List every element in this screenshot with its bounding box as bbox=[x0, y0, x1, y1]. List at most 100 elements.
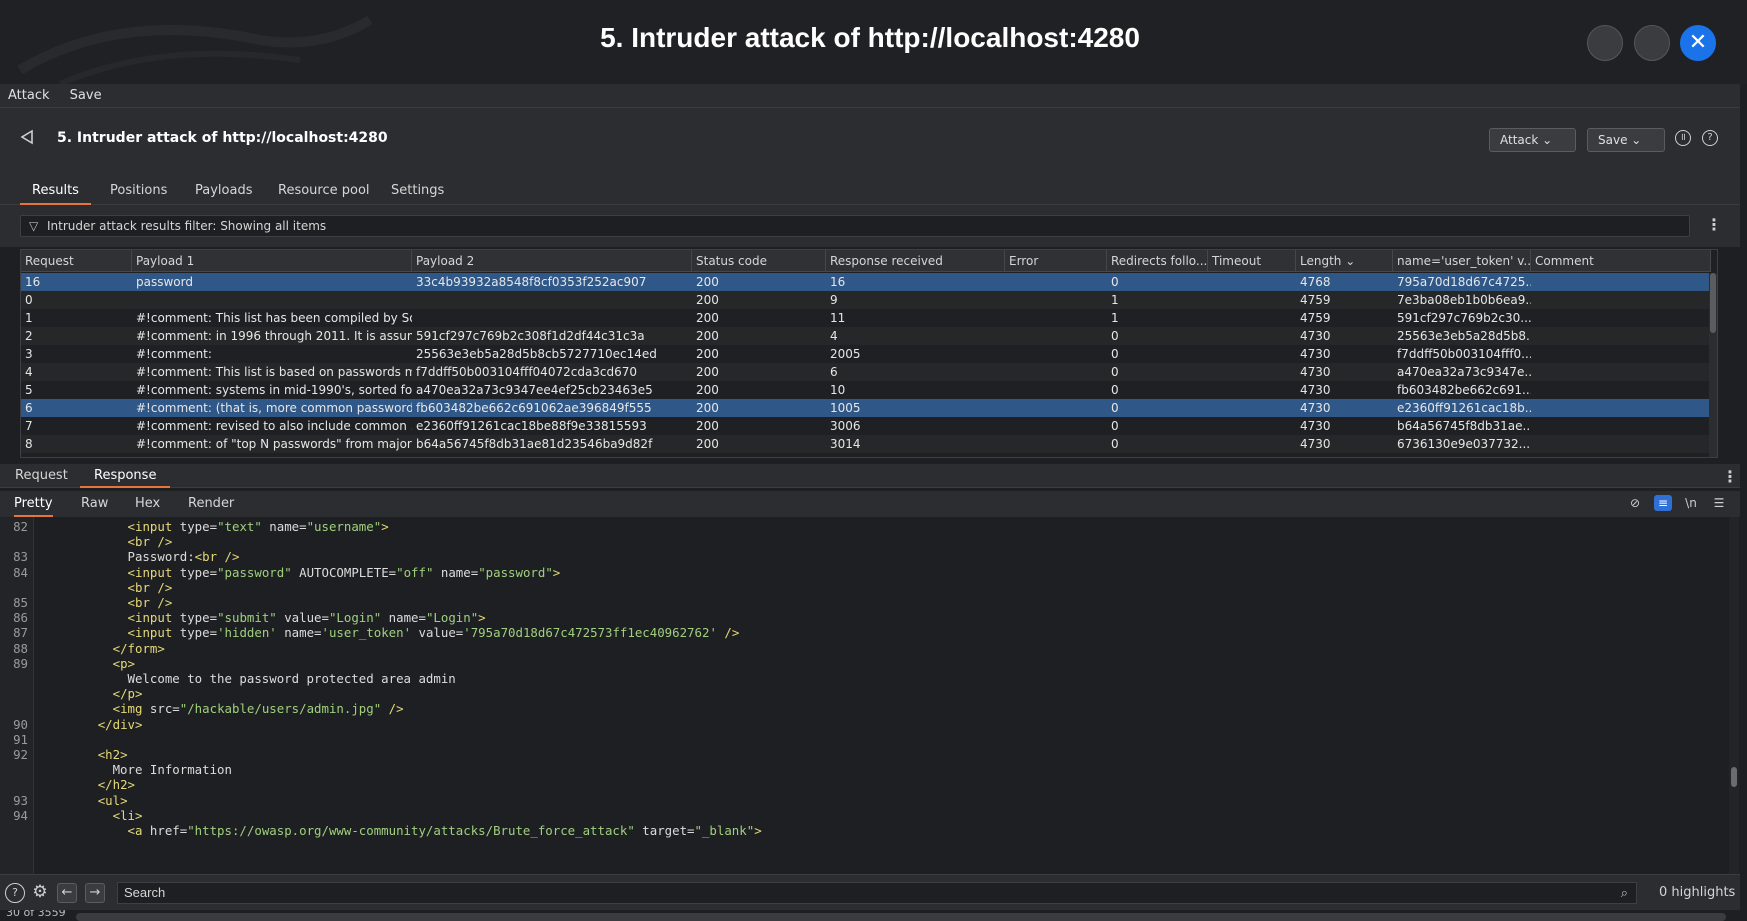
column-header-response-received[interactable]: Response received bbox=[826, 250, 1005, 272]
chevron-down-icon: ⌄ bbox=[1631, 133, 1642, 147]
column-header-request[interactable]: Request bbox=[21, 250, 132, 272]
newline-toggle-icon[interactable]: \n bbox=[1682, 495, 1700, 511]
table-scrollbar-thumb[interactable] bbox=[1710, 273, 1716, 333]
tab-raw[interactable]: Raw bbox=[81, 496, 108, 517]
table-row[interactable]: 5 #!comment: systems in mid-1990's, sorte… bbox=[21, 381, 1711, 399]
cell-user-token: b64a56745f8db31ae... bbox=[1397, 419, 1531, 433]
menu-save[interactable]: Save bbox=[62, 84, 110, 107]
more-options-icon[interactable]: ⋮ bbox=[1722, 467, 1738, 486]
arrow-left-icon[interactable]: ← bbox=[57, 883, 77, 903]
cell-redirects: 0 bbox=[1111, 365, 1119, 379]
cell-status-code: 200 bbox=[696, 275, 719, 289]
pause-icon[interactable]: ॥ bbox=[1675, 130, 1691, 146]
minimize-button[interactable] bbox=[1587, 25, 1623, 61]
cell-user-token: f7ddff50b003104fff0... bbox=[1397, 347, 1531, 361]
menu-attack[interactable]: Attack bbox=[0, 84, 58, 107]
tab-settings[interactable]: Settings bbox=[389, 183, 446, 205]
cell-comment bbox=[1531, 345, 1711, 363]
cell-request: 6 bbox=[25, 401, 33, 415]
column-header-length[interactable]: Length ⌄ bbox=[1296, 250, 1393, 272]
save-dropdown-button[interactable]: Save ⌄ bbox=[1587, 128, 1665, 152]
table-row[interactable]: 3 #!comment: 25563e3eb5a28d5b8cb5727710ec1… bbox=[21, 345, 1711, 363]
cell-payload-1: #!comment: This list has been compiled b… bbox=[136, 311, 412, 325]
cell-response-received: 9 bbox=[830, 293, 838, 307]
cell-error bbox=[1005, 381, 1107, 399]
search-input[interactable]: Search ⌕ bbox=[117, 882, 1637, 904]
attack-dropdown-button[interactable]: Attack ⌄ bbox=[1489, 128, 1576, 152]
cell-payload-2: 25563e3eb5a28d5b8cb5727710ec14ed bbox=[416, 347, 657, 361]
code-line: <a href="https://owasp.org/www-community… bbox=[0, 822, 1700, 839]
wrap-lines-icon[interactable]: ≡ bbox=[1654, 495, 1672, 511]
column-header-redirects[interactable]: Redirects follo... bbox=[1107, 250, 1208, 272]
results-filter-bar[interactable]: ▽ Intruder attack results filter: Showin… bbox=[20, 215, 1690, 237]
tab-pretty[interactable]: Pretty bbox=[14, 496, 53, 517]
more-options-icon[interactable]: ⋮ bbox=[1706, 215, 1722, 234]
column-header-payload-1[interactable]: Payload 1 bbox=[132, 250, 412, 272]
cell-response-received: 16 bbox=[830, 275, 846, 289]
cell-comment bbox=[1531, 363, 1711, 381]
cell-timeout bbox=[1208, 381, 1296, 399]
cell-status-code: 200 bbox=[696, 401, 719, 415]
tab-results[interactable]: Results bbox=[20, 183, 91, 205]
cell-length: 4730 bbox=[1300, 365, 1331, 379]
tab-render[interactable]: Render bbox=[188, 496, 234, 517]
column-header-comment[interactable]: Comment bbox=[1531, 250, 1711, 272]
status-bar: 30 of 3559 bbox=[0, 910, 1740, 921]
arrow-right-icon[interactable]: → bbox=[85, 883, 105, 903]
column-header-error[interactable]: Error bbox=[1005, 250, 1107, 272]
gear-icon[interactable]: ⚙ bbox=[30, 883, 50, 903]
back-icon[interactable] bbox=[18, 128, 40, 148]
menu-icon[interactable]: ☰ bbox=[1710, 495, 1728, 511]
table-row[interactable]: 8 #!comment: of "top N passwords" from ma… bbox=[21, 435, 1711, 453]
cell-length: 4759 bbox=[1300, 293, 1331, 307]
table-row[interactable]: 4 #!comment: This list is based on passwo… bbox=[21, 363, 1711, 381]
editor-scrollbar[interactable] bbox=[1729, 517, 1739, 874]
cell-redirects: 0 bbox=[1111, 383, 1119, 397]
cell-redirects: 0 bbox=[1111, 347, 1119, 361]
table-row[interactable]: 16 password 33c4b93932a8548f8cf0353f252ac9… bbox=[21, 273, 1711, 291]
column-header-status-code[interactable]: Status code bbox=[692, 250, 826, 272]
tab-request[interactable]: Request bbox=[15, 468, 68, 488]
cell-payload-2: fb603482be662c691062ae396849f555 bbox=[416, 401, 652, 415]
cell-payload-1: #!comment: systems in mid-1990's, sorted… bbox=[136, 383, 412, 397]
search-placeholder: Search bbox=[124, 885, 166, 900]
cell-response-received: 3014 bbox=[830, 437, 861, 451]
cell-timeout bbox=[1208, 399, 1296, 417]
cell-user-token: 795a70d18d67c4725... bbox=[1397, 275, 1531, 289]
tab-payloads[interactable]: Payloads bbox=[193, 183, 254, 205]
hide-nonprintable-icon[interactable]: ⊘ bbox=[1626, 495, 1644, 511]
table-row[interactable]: 1 #!comment: This list has been compiled … bbox=[21, 309, 1711, 327]
maximize-button[interactable] bbox=[1634, 25, 1670, 61]
response-editor[interactable]: 82 <input type="text" name="username"> <… bbox=[0, 517, 1740, 874]
cell-request: 4 bbox=[25, 365, 33, 379]
column-header-payload-2[interactable]: Payload 2 bbox=[412, 250, 692, 272]
cell-request: 1 bbox=[25, 311, 33, 325]
filter-text: Intruder attack results filter: Showing … bbox=[47, 219, 327, 233]
editor-scrollbar-thumb[interactable] bbox=[1731, 767, 1737, 787]
highlights-count: 0 highlights bbox=[1659, 885, 1736, 900]
cell-payload-1: #!comment: (that is, more common passwor… bbox=[136, 401, 412, 415]
tab-response[interactable]: Response bbox=[80, 468, 171, 488]
cell-redirects: 1 bbox=[1111, 311, 1119, 325]
cell-status-code: 200 bbox=[696, 437, 719, 451]
column-header-user-token[interactable]: name='user_token' v... bbox=[1393, 250, 1531, 272]
cell-user-token: e2360ff91261cac18b... bbox=[1397, 401, 1531, 415]
tab-hex[interactable]: Hex bbox=[135, 496, 160, 517]
column-header-timeout[interactable]: Timeout bbox=[1208, 250, 1296, 272]
table-scrollbar[interactable] bbox=[1709, 273, 1717, 457]
cell-comment bbox=[1531, 273, 1711, 291]
cell-redirects: 1 bbox=[1111, 293, 1119, 307]
help-icon[interactable]: ? bbox=[5, 883, 25, 903]
table-row[interactable]: 2 #!comment: in 1996 through 2011. It is … bbox=[21, 327, 1711, 345]
cell-payload-1: #!comment: in 1996 through 2011. It is a… bbox=[136, 329, 412, 343]
table-row[interactable]: 0 200 9 1 4759 7e3ba08eb1b0b6ea9... bbox=[21, 291, 1711, 309]
close-button[interactable]: ✕ bbox=[1680, 25, 1716, 61]
cell-payload-2 bbox=[412, 291, 692, 309]
help-icon[interactable]: ? bbox=[1702, 130, 1718, 146]
tab-positions[interactable]: Positions bbox=[108, 183, 169, 205]
cell-error bbox=[1005, 309, 1107, 327]
tab-resource-pool[interactable]: Resource pool bbox=[276, 183, 372, 205]
table-row[interactable]: 6 #!comment: (that is, more common passwo… bbox=[21, 399, 1711, 417]
table-row[interactable]: 7 #!comment: revised to also include comm… bbox=[21, 417, 1711, 435]
table-header: Request Payload 1 Payload 2 Status code … bbox=[21, 250, 1711, 272]
